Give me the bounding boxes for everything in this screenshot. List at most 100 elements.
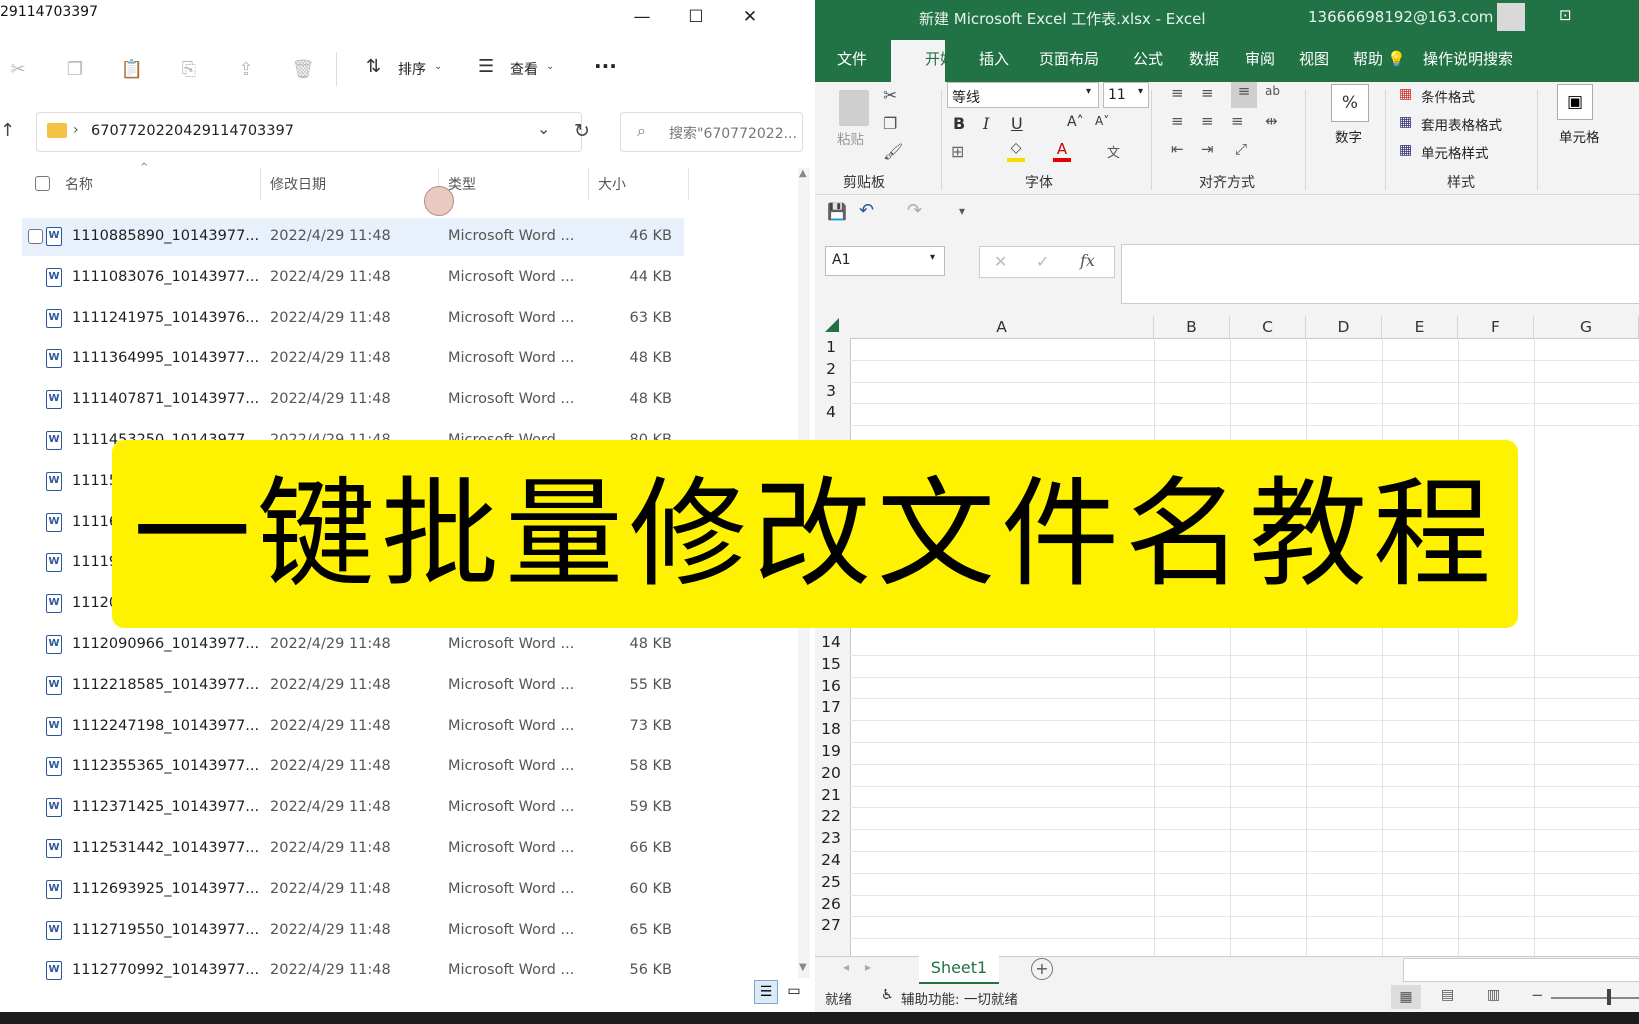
number-format-button[interactable]: 数字 (1335, 126, 1362, 146)
select-all-checkbox[interactable] (35, 176, 50, 191)
row-header[interactable]: 27 (815, 916, 847, 938)
ribbon-tab[interactable]: 视图 (1299, 48, 1329, 69)
row-header[interactable]: 20 (815, 764, 847, 786)
select-all-corner[interactable] (825, 318, 839, 332)
delete-icon[interactable]: 🗑 (289, 56, 317, 84)
paste-icon[interactable] (839, 90, 869, 126)
borders-icon[interactable]: ⊞ (951, 142, 964, 161)
normal-view-icon[interactable]: ▦ (1391, 985, 1421, 1009)
row-header[interactable]: 15 (815, 655, 847, 677)
percent-icon[interactable]: % (1331, 84, 1369, 122)
view-icon[interactable]: ☰ (478, 56, 494, 77)
ribbon-tab[interactable]: 数据 (1189, 48, 1219, 69)
cells-icon[interactable]: ▣ (1557, 84, 1593, 120)
minimize-button[interactable]: — (624, 4, 660, 30)
column-divider[interactable] (688, 168, 689, 200)
increase-indent-icon[interactable]: ⇥ (1201, 140, 1214, 158)
search-box[interactable]: ⌕ 搜索"670772022... (620, 112, 803, 152)
font-size-select[interactable]: 11 ▾ (1103, 82, 1149, 108)
format-painter-icon[interactable]: 🖌 (883, 142, 903, 161)
customize-toolbar-icon[interactable]: ▾ (959, 204, 965, 218)
italic-button[interactable]: I (983, 114, 989, 133)
align-center-icon[interactable]: ≡ (1201, 112, 1214, 130)
column-header[interactable]: B (1154, 316, 1230, 338)
row-header[interactable]: 3 (815, 382, 847, 404)
enter-icon[interactable]: ✓ (1036, 252, 1049, 271)
column-header-size[interactable]: 大小 (598, 174, 626, 194)
row-header[interactable]: 18 (815, 720, 847, 742)
scroll-down-icon[interactable]: ▼ (799, 962, 807, 973)
column-header-date[interactable]: 修改日期 (270, 174, 326, 194)
ribbon-tab[interactable]: 开始 (925, 48, 955, 69)
align-right-icon[interactable]: ≡ (1231, 112, 1244, 130)
merge-center-icon[interactable]: ⇹ (1265, 112, 1278, 130)
file-row[interactable]: W 1112719550_10143977... 2022/4/29 11:48 Mi… (22, 912, 684, 950)
column-header[interactable]: F (1458, 316, 1534, 338)
file-row[interactable]: W 1111241975_10143976... 2022/4/29 11:48 Mi… (22, 300, 684, 338)
ribbon-tab[interactable]: 帮助 (1353, 48, 1383, 69)
scroll-up-icon[interactable]: ▲ (799, 168, 807, 179)
sort-icon[interactable]: ⇅ (366, 56, 381, 77)
align-middle-icon[interactable]: ≡ (1201, 84, 1214, 102)
file-row[interactable]: W 1112693925_10143977... 2022/4/29 11:48 Mi… (22, 871, 684, 909)
maximize-button[interactable]: ☐ (678, 4, 714, 30)
row-header[interactable]: 4 (815, 403, 847, 425)
bold-button[interactable]: B (953, 114, 965, 133)
column-header[interactable]: C (1230, 316, 1306, 338)
file-row[interactable]: W 1112090966_10143977... 2022/4/29 11:48 Mi… (22, 626, 684, 664)
up-arrow-icon[interactable]: ↑ (0, 120, 15, 141)
save-icon[interactable]: 💾 (827, 202, 847, 221)
cancel-icon[interactable]: ✕ (994, 252, 1007, 271)
insert-function-button[interactable]: fx (1080, 251, 1095, 270)
cut-icon[interactable]: ✂ (883, 86, 897, 106)
align-top-icon[interactable]: ≡ (1171, 84, 1184, 102)
cells-button[interactable]: 单元格 (1559, 126, 1600, 146)
paste-icon[interactable]: 📋 (118, 56, 146, 84)
file-row[interactable]: W 1112371425_10143977... 2022/4/29 11:48 Mi… (22, 789, 684, 827)
file-row[interactable]: W 1110885890_10143977... 2022/4/29 11:48 Mi… (22, 218, 684, 256)
ribbon-tab[interactable]: 审阅 (1245, 48, 1275, 69)
align-left-icon[interactable]: ≡ (1171, 112, 1184, 130)
row-header[interactable]: 24 (815, 851, 847, 873)
zoom-out-icon[interactable]: − (1531, 986, 1544, 1004)
page-break-icon[interactable]: ▥ (1487, 987, 1500, 1003)
chevron-down-icon[interactable]: ⌄ (537, 119, 550, 138)
fill-color-icon[interactable]: ◇ (1007, 140, 1025, 162)
paste-button[interactable]: 粘贴 (837, 128, 864, 148)
file-row[interactable]: W 1112531442_10143977... 2022/4/29 11:48 Mi… (22, 830, 684, 868)
view-button[interactable]: 查看 (510, 59, 538, 79)
row-header[interactable]: 17 (815, 698, 847, 720)
ribbon-tab[interactable]: 插入 (979, 48, 1009, 69)
row-header[interactable]: 21 (815, 786, 847, 808)
tell-me-search[interactable]: 操作说明搜索 (1423, 48, 1513, 69)
column-header-name[interactable]: 名称 (65, 174, 93, 194)
zoom-slider[interactable] (1551, 997, 1639, 999)
column-header[interactable]: G (1534, 316, 1639, 338)
copy-icon[interactable]: ❐ (61, 56, 89, 84)
refresh-icon[interactable]: ↻ (574, 120, 590, 142)
cell-styles-button[interactable]: 单元格样式 (1421, 142, 1489, 162)
undo-icon[interactable]: ↶ (859, 200, 874, 221)
sheet-tab[interactable]: Sheet1 (919, 956, 999, 985)
row-header[interactable]: 1 (815, 338, 847, 360)
align-bottom-icon[interactable]: ≡ (1231, 82, 1257, 108)
row-header[interactable]: 25 (815, 873, 847, 895)
file-row[interactable]: W 1112218585_10143977... 2022/4/29 11:48 Mi… (22, 667, 684, 705)
wrap-text-icon[interactable]: ab (1265, 84, 1280, 98)
formula-input[interactable] (1121, 244, 1639, 304)
add-sheet-icon[interactable]: + (1031, 958, 1053, 980)
column-divider[interactable] (588, 168, 589, 200)
row-header[interactable]: 19 (815, 742, 847, 764)
column-divider[interactable] (260, 168, 261, 200)
rename-icon[interactable]: ⎘ (175, 56, 203, 84)
name-box[interactable]: A1 ▾ (825, 246, 945, 276)
file-row[interactable]: W 1112247198_10143977... 2022/4/29 11:48 Mi… (22, 708, 684, 746)
font-color-icon[interactable]: A (1053, 140, 1071, 162)
prev-sheet-icon[interactable]: ◂ (843, 960, 849, 974)
file-row[interactable]: W 1112355365_10143977... 2022/4/29 11:48 Mi… (22, 748, 684, 786)
search-input[interactable]: 搜索"670772022... (669, 123, 797, 143)
cut-icon[interactable]: ✂ (4, 56, 32, 84)
increase-font-icon[interactable]: A˄ (1067, 114, 1084, 130)
decrease-indent-icon[interactable]: ⇤ (1171, 140, 1184, 158)
details-view-icon[interactable]: ☰ (754, 980, 778, 1004)
